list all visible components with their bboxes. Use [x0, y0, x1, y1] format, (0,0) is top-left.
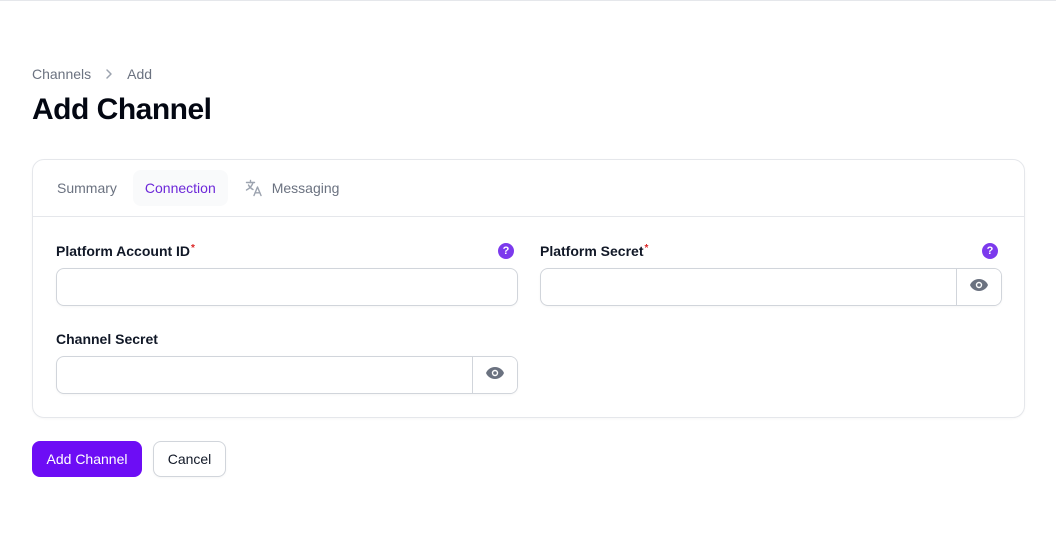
tab-connection-label: Connection: [144, 180, 216, 196]
channel-secret-input-wrapper: [56, 356, 518, 394]
platform-secret-input-wrapper: [540, 268, 1002, 306]
form-card: Summary Connection Messaging Platform Ac…: [32, 159, 1025, 418]
channel-secret-reveal-button[interactable]: [472, 357, 517, 393]
channel-secret-label: Channel Secret: [56, 331, 158, 347]
eye-icon: [969, 278, 989, 297]
platform-account-id-label-text: Platform Account ID: [56, 243, 191, 259]
breadcrumb: Channels Add: [32, 66, 152, 82]
platform-secret-label: Platform Secret*: [540, 243, 648, 259]
breadcrumb-item-current: Add: [127, 66, 153, 82]
platform-account-id-label: Platform Account ID*: [56, 243, 195, 259]
tab-messaging-label: Messaging: [271, 180, 340, 196]
platform-secret-reveal-button[interactable]: [956, 269, 1001, 305]
tab-connection[interactable]: Connection: [132, 170, 228, 206]
tab-summary-label: Summary: [57, 180, 117, 196]
cancel-button[interactable]: Cancel: [153, 441, 226, 477]
question-icon[interactable]: ?: [982, 243, 998, 259]
chevron-right-icon: [91, 67, 127, 81]
tab-summary[interactable]: Summary: [45, 170, 129, 206]
required-marker: *: [644, 243, 649, 254]
required-marker: *: [191, 243, 195, 254]
channel-secret-label-text: Channel Secret: [56, 331, 158, 347]
channel-secret-input[interactable]: [57, 357, 472, 393]
platform-account-id-input[interactable]: [57, 269, 517, 305]
platform-account-id-input-wrapper: [56, 268, 518, 306]
tab-messaging[interactable]: Messaging: [232, 170, 352, 206]
add-channel-button[interactable]: Add Channel: [32, 441, 142, 477]
top-divider: [0, 0, 1056, 1]
eye-icon: [485, 366, 505, 385]
platform-secret-label-text: Platform Secret: [540, 243, 644, 259]
tabs-divider: [33, 216, 1024, 217]
platform-secret-input[interactable]: [541, 269, 956, 305]
tab-bar: Summary Connection Messaging: [45, 170, 351, 206]
page-title: Add Channel: [32, 93, 212, 126]
question-icon[interactable]: ?: [498, 243, 514, 259]
translate-icon: [244, 178, 264, 198]
breadcrumb-item-channels[interactable]: Channels: [32, 66, 91, 82]
